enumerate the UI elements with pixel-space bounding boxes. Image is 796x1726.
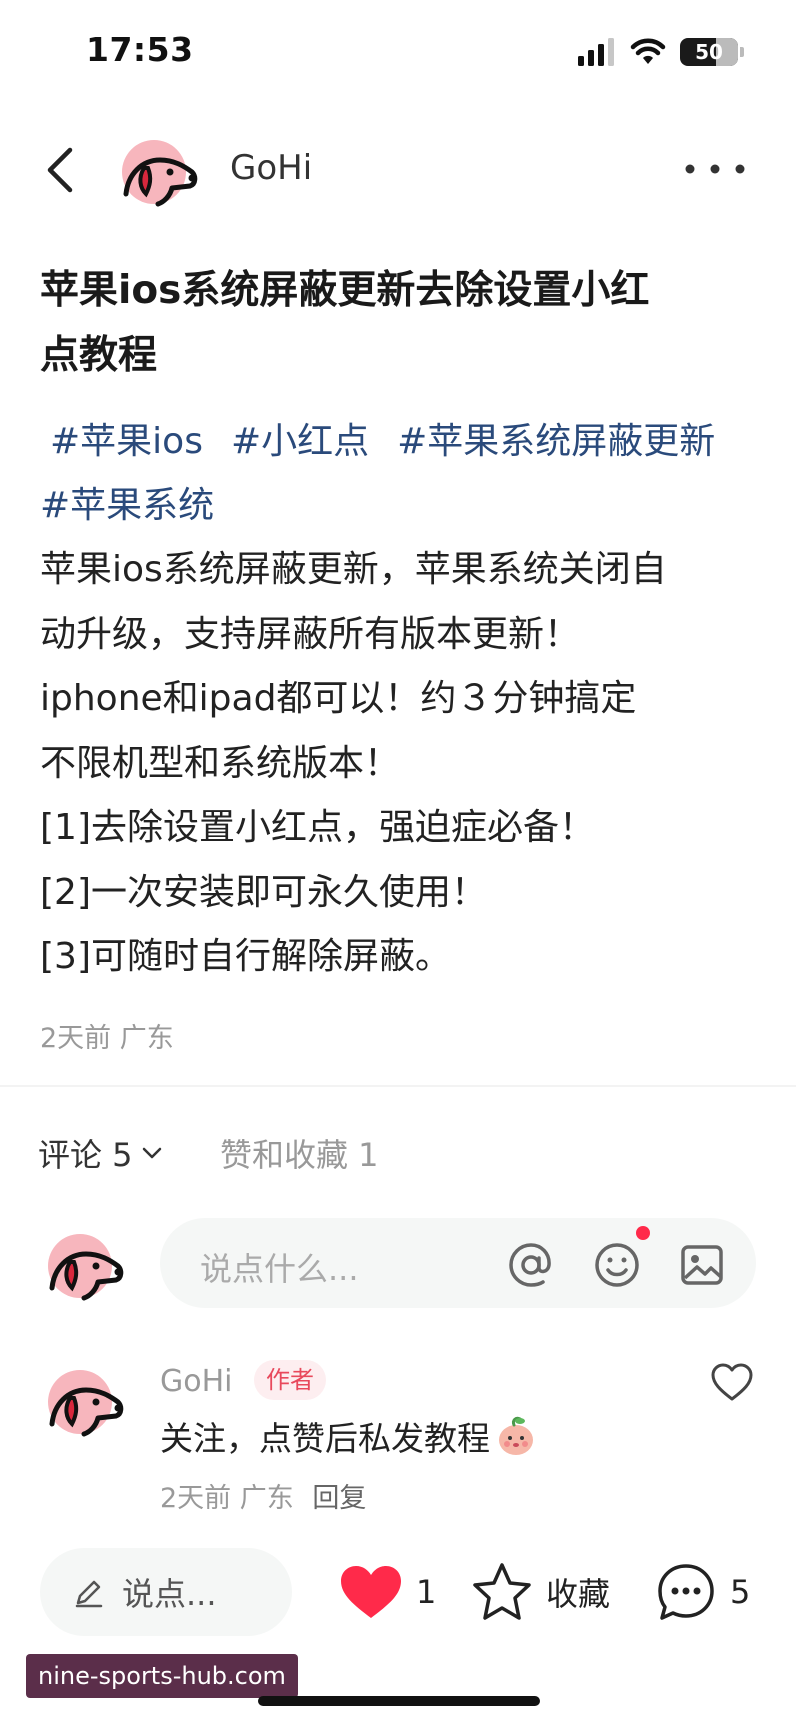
- post-body-line: [3]可随时自行解除屏蔽。: [40, 936, 451, 977]
- like-button[interactable]: 1: [338, 1560, 436, 1624]
- battery-tip: [740, 47, 744, 57]
- status-icons: 50: [578, 36, 744, 68]
- post-title-line: 苹果ios系统屏蔽更新去除设置小红: [40, 268, 650, 313]
- dog-avatar-icon: [44, 1362, 128, 1446]
- back-icon[interactable]: [40, 140, 80, 200]
- chevron-down-icon: [142, 1147, 161, 1159]
- bottom-comment-input[interactable]: 说点...: [40, 1548, 292, 1636]
- reply-button[interactable]: 回复: [312, 1483, 366, 1514]
- comment-text: 关注，点赞后私发教程: [160, 1412, 538, 1460]
- bottom-input-placeholder: 说点...: [122, 1575, 217, 1613]
- comment-avatar[interactable]: [44, 1362, 128, 1446]
- comment-button[interactable]: 5: [654, 1560, 750, 1624]
- comment-bubble-icon: [658, 1564, 714, 1620]
- signal-icon: [578, 38, 614, 66]
- notification-dot: [636, 1226, 650, 1240]
- author-avatar[interactable]: [118, 132, 202, 216]
- tab-comments[interactable]: 评论 5: [38, 1130, 163, 1176]
- post-body-line: 苹果ios系统屏蔽更新，苹果系统关闭自: [40, 549, 667, 590]
- peach-emoji-icon: [499, 1416, 533, 1455]
- comment-input-placeholder: 说点什么...: [200, 1250, 359, 1288]
- star-icon: [473, 1563, 531, 1620]
- tab-likes-collects[interactable]: 赞和收藏 1: [220, 1130, 379, 1176]
- post-body-line: 动升级，支持屏蔽所有版本更新！: [40, 613, 581, 655]
- like-count: 1: [416, 1573, 437, 1611]
- post-body-line: [1]去除设置小红点，强迫症必备！: [40, 807, 595, 848]
- home-indicator[interactable]: [258, 1696, 540, 1706]
- comment-time-location: 2天前 广东: [160, 1483, 294, 1514]
- post-body-line: [2]一次安装即可永久使用！: [40, 871, 487, 913]
- image-icon[interactable]: [677, 1240, 727, 1290]
- dog-avatar-icon: [118, 132, 202, 216]
- heart-filled-icon: [341, 1566, 401, 1618]
- watermark: nine-sports-hub.com: [26, 1654, 298, 1698]
- author-badge: 作者: [254, 1360, 326, 1400]
- post-tags: #苹果ios #小红点 #苹果系统屏蔽更新 #苹果系统: [40, 410, 780, 538]
- post-body-line: 不限机型和系统版本！: [40, 742, 401, 784]
- tag-link[interactable]: #苹果系统屏蔽更新: [397, 410, 715, 474]
- mention-icon[interactable]: [506, 1240, 556, 1290]
- comment-author-name[interactable]: GoHi: [160, 1364, 233, 1399]
- my-avatar: [44, 1226, 128, 1310]
- post-body-line: iphone和ipad都可以！约３分钟搞定: [40, 678, 637, 719]
- status-time: 17:53: [86, 30, 194, 69]
- tag-link[interactable]: #苹果系统: [40, 474, 214, 538]
- collect-label: 收藏: [546, 1575, 611, 1613]
- comment-count: 5: [730, 1573, 751, 1611]
- post-title: 苹果ios系统屏蔽更新去除设置小红 点教程: [40, 258, 760, 388]
- dog-avatar-icon: [44, 1226, 128, 1310]
- section-divider: [0, 1085, 796, 1087]
- tab-comments-label: 评论 5: [38, 1136, 133, 1174]
- collect-button[interactable]: 收藏: [470, 1560, 610, 1624]
- tag-link[interactable]: #苹果ios: [50, 410, 203, 474]
- author-name[interactable]: GoHi: [230, 148, 312, 188]
- comment-text-content: 关注，点赞后私发教程: [160, 1419, 490, 1458]
- more-icon[interactable]: [680, 158, 750, 180]
- comment-meta: 2天前 广东 回复: [160, 1476, 366, 1515]
- wifi-icon: [630, 38, 666, 64]
- battery-icon: 50: [680, 38, 738, 66]
- post-body: 苹果ios系统屏蔽更新，苹果系统关闭自 动升级，支持屏蔽所有版本更新！ ipho…: [40, 538, 780, 990]
- tag-link[interactable]: #小红点: [231, 410, 369, 474]
- post-title-line: 点教程: [40, 333, 158, 378]
- post-meta: 2天前 广东: [40, 1023, 174, 1054]
- pencil-icon: [75, 1580, 103, 1608]
- comment-like-icon[interactable]: [710, 1362, 754, 1402]
- battery-level: 50: [695, 40, 723, 64]
- emoji-icon[interactable]: [592, 1240, 642, 1290]
